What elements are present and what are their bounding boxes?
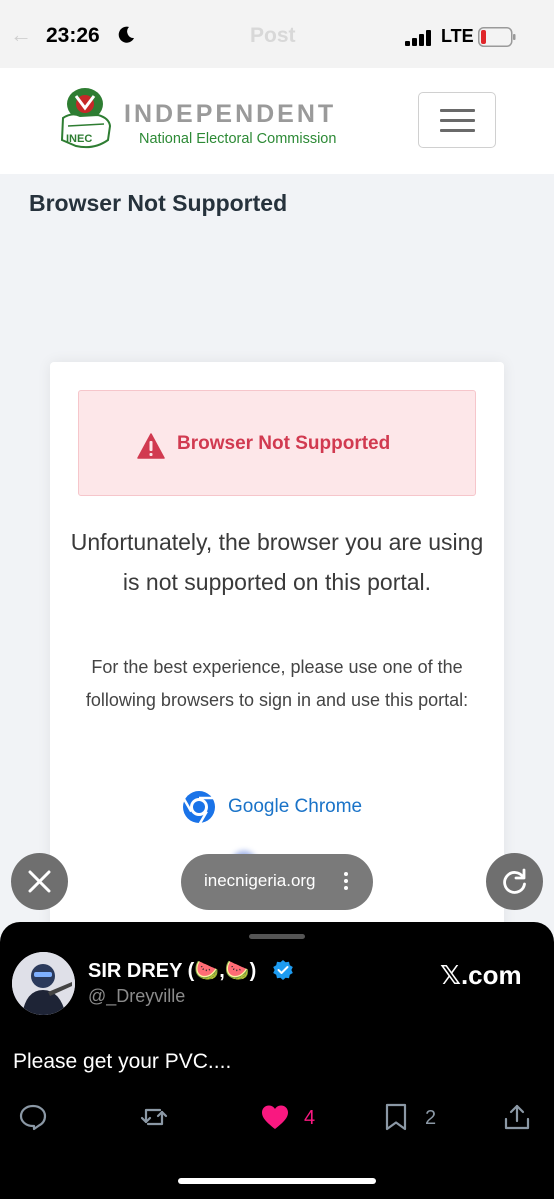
moon-icon <box>118 26 134 43</box>
bookmark-button[interactable]: 2 <box>381 1102 436 1138</box>
chrome-label: Google Chrome <box>228 796 363 817</box>
signal-icon <box>405 30 431 46</box>
reply-icon <box>19 1104 47 1131</box>
like-count: 4 <box>304 1107 316 1129</box>
reload-icon <box>503 868 526 894</box>
chrome-icon <box>183 791 215 824</box>
repost-button[interactable] <box>139 1102 169 1138</box>
sub-text: For the best experience, please use one … <box>85 657 469 710</box>
status-bar: ← 23:26 Post LTE <box>0 0 554 68</box>
brand-subtitle: National Electoral Commission <box>139 131 337 147</box>
status-time: 23:26 <box>46 24 100 47</box>
verified-badge-icon <box>273 960 293 980</box>
share-button[interactable] <box>502 1102 532 1138</box>
home-indicator[interactable] <box>178 1178 376 1184</box>
inec-logo[interactable]: INEC <box>54 82 116 156</box>
post-panel: SIR DREY (🍉,🍉) @_Dreyville 𝕏.com Please … <box>0 922 554 1199</box>
bookmark-count: 2 <box>425 1107 437 1129</box>
reload-button[interactable] <box>486 853 543 910</box>
hamburger-icon <box>440 129 475 132</box>
reply-button[interactable] <box>18 1102 48 1138</box>
bookmark-icon <box>385 1103 407 1131</box>
site-header: INEC INDEPENDENT National Electoral Comm… <box>0 68 554 174</box>
avatar-image <box>12 952 75 1015</box>
close-button[interactable] <box>11 853 68 910</box>
alert-box: Browser Not Supported <box>78 390 476 496</box>
back-arrow-icon[interactable]: ← <box>10 22 32 48</box>
lead-text: Unfortunately, the browser you are using… <box>70 529 484 595</box>
network-type: LTE <box>441 26 474 46</box>
ghost-title: Post <box>250 24 296 47</box>
like-button[interactable]: 4 <box>260 1102 315 1138</box>
url-pill[interactable]: inecnigeria.org <box>181 854 373 910</box>
hamburger-icon <box>440 109 475 112</box>
close-icon <box>28 870 51 893</box>
alert-title: Browser Not Supported <box>177 433 391 454</box>
warning-triangle-icon <box>137 433 165 459</box>
more-vertical-icon[interactable] <box>343 870 349 892</box>
sheet-grabber[interactable] <box>249 934 305 939</box>
source-link[interactable]: 𝕏.com <box>440 960 522 991</box>
brand-title: INDEPENDENT <box>124 100 337 128</box>
repost-icon <box>140 1108 168 1126</box>
author-handle: @_Dreyville <box>88 986 186 1006</box>
heart-icon <box>262 1105 288 1129</box>
page-title: Browser Not Supported <box>29 190 288 216</box>
share-icon <box>504 1104 530 1130</box>
avatar[interactable] <box>12 952 75 1015</box>
battery-icon <box>478 27 516 47</box>
author-name: SIR DREY (🍉,🍉) <box>88 960 257 982</box>
hamburger-icon <box>440 119 475 122</box>
logo-text: INEC <box>66 133 92 145</box>
post-text: Please get your PVC.... <box>13 1050 232 1073</box>
menu-button[interactable] <box>418 92 496 148</box>
url-text: inecnigeria.org <box>204 871 316 890</box>
